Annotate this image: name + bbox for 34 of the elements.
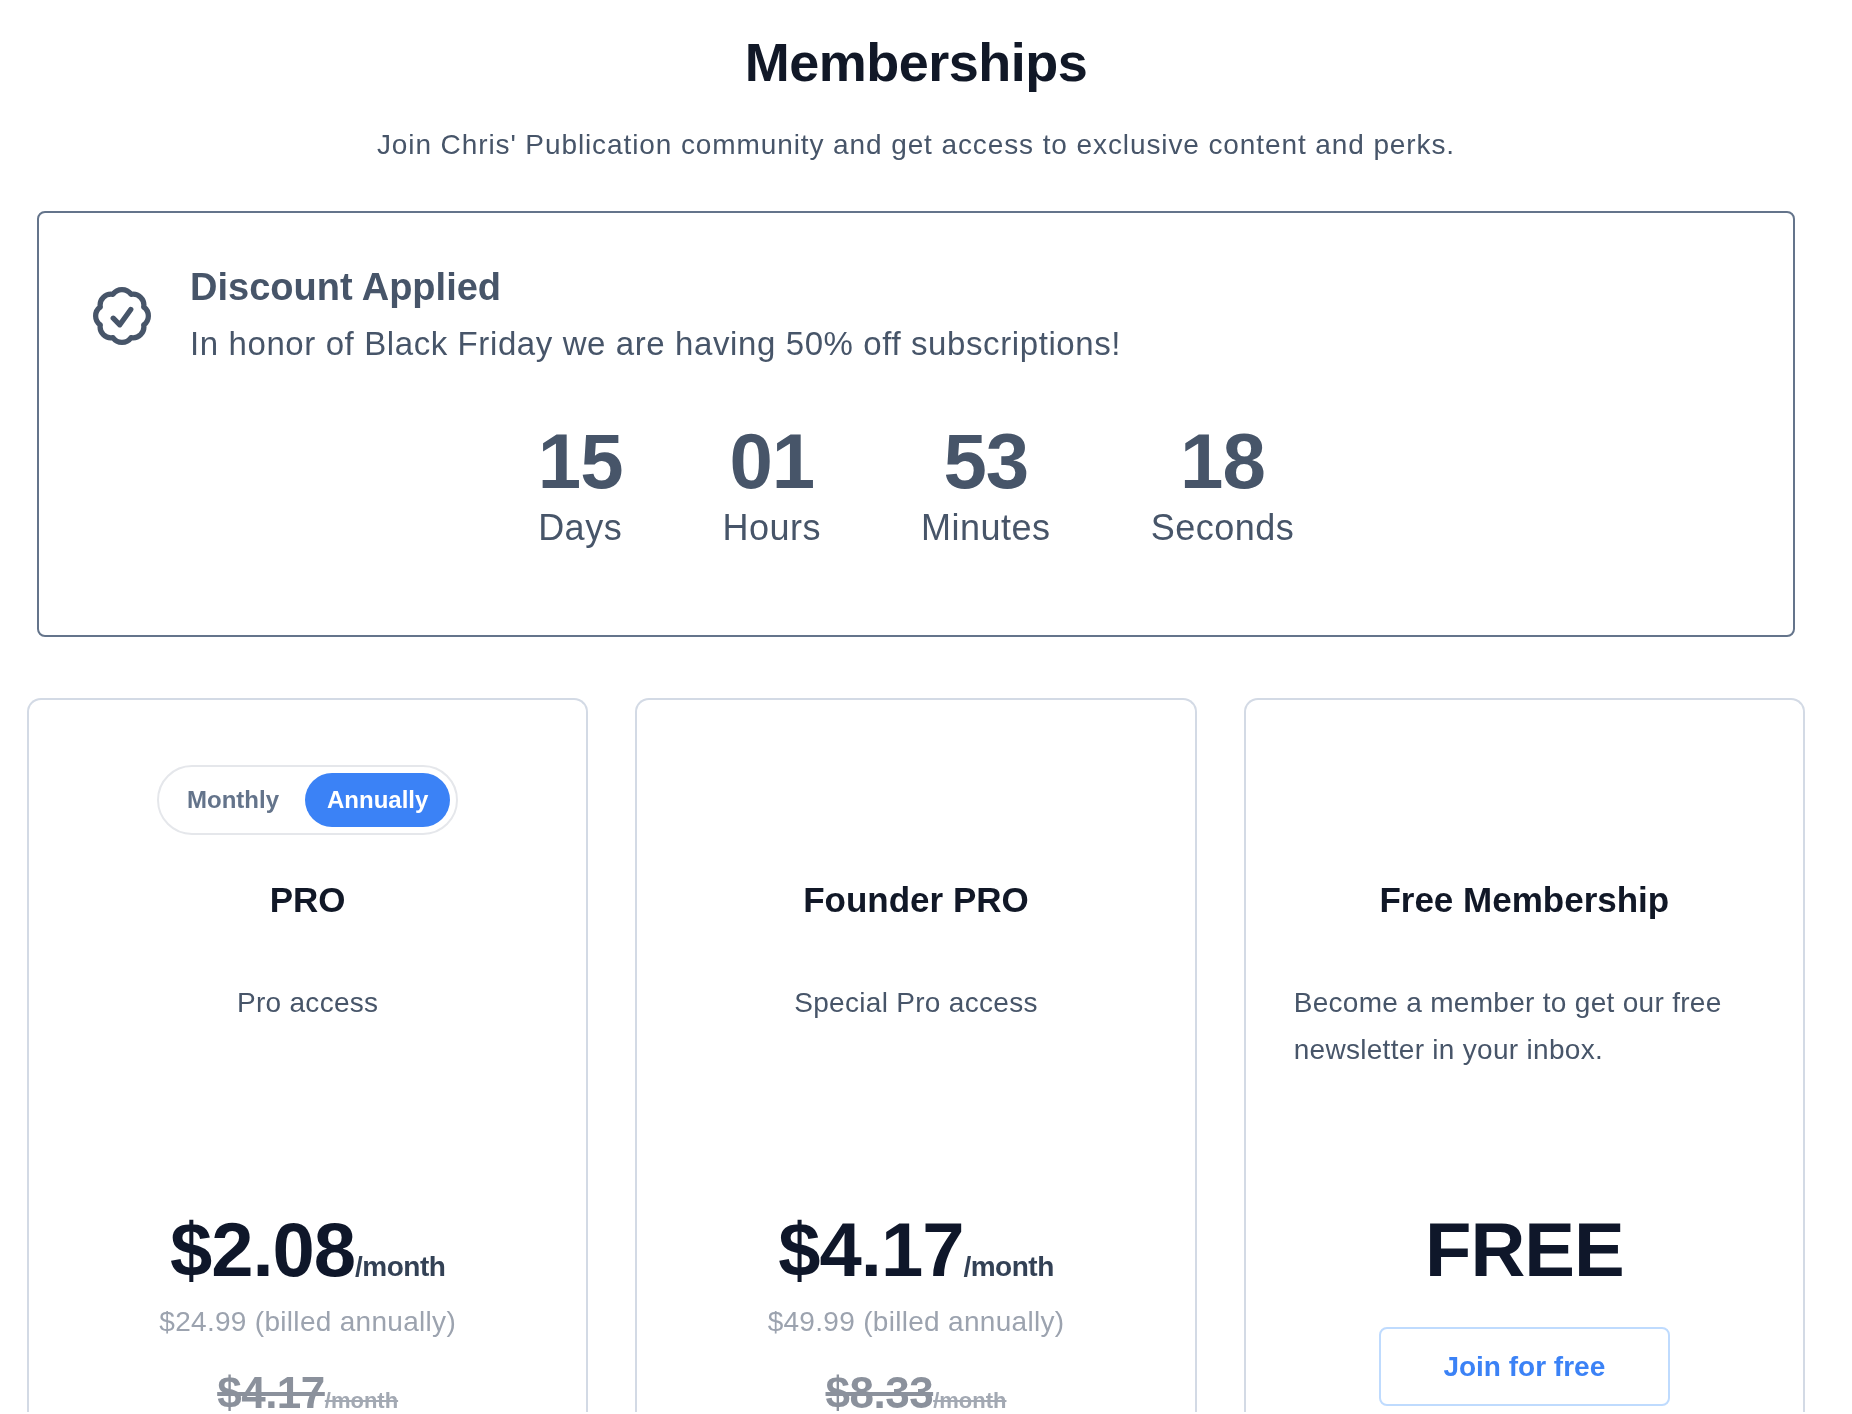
page-subtitle: Join Chris' Publication community and get access to exclusive content and perks. (376, 128, 1456, 162)
original-period: /month (933, 1388, 1007, 1413)
billing-note: $49.99 (billed annually) (767, 1306, 1065, 1337)
countdown-value: 18 (1180, 419, 1265, 503)
plan-description: Become a member to get our free newsletter in your inbox. (1293, 986, 1723, 1067)
billing-option[interactable]: Monthly (165, 773, 301, 827)
plan-name: PRO (269, 880, 346, 919)
page-title: Memberships (744, 31, 1088, 94)
check-badge-icon (93, 286, 151, 345)
price-period: /month (963, 1251, 1054, 1282)
original-period: /month (324, 1388, 399, 1413)
plan-name: Free Membership (1379, 880, 1670, 919)
price-amount: FREE (1424, 1207, 1624, 1292)
countdown-value: 01 (729, 419, 815, 503)
join-button[interactable]: Join for free (1378, 1327, 1670, 1406)
original-price: $8.33 (825, 1368, 934, 1414)
countdown-unit: Minutes (921, 506, 1051, 550)
billing-note: $24.99 (billed annually) (159, 1306, 457, 1337)
plan-description: Pro access (236, 986, 379, 1020)
countdown-unit: Days (538, 506, 623, 550)
price-amount: $4.17 (778, 1207, 964, 1292)
discount-title: Discount Applied (190, 265, 502, 310)
billing-option[interactable]: Annually (305, 773, 451, 827)
plan-name: Founder PRO (803, 880, 1029, 919)
original-price: $4.17 (217, 1368, 325, 1414)
countdown-unit: Hours (722, 506, 822, 550)
plan-description: Special Pro access (794, 986, 1038, 1020)
billing-toggle[interactable]: Monthly Annually (157, 765, 459, 835)
price-period: /month (355, 1251, 446, 1282)
countdown-unit: Seconds (1150, 506, 1295, 550)
price-amount: $2.08 (169, 1207, 356, 1292)
countdown-value: 53 (943, 419, 1029, 503)
discount-message: In honor of Black Friday we are having 50% off subscriptions! (190, 324, 1122, 364)
countdown-value: 15 (537, 419, 623, 503)
